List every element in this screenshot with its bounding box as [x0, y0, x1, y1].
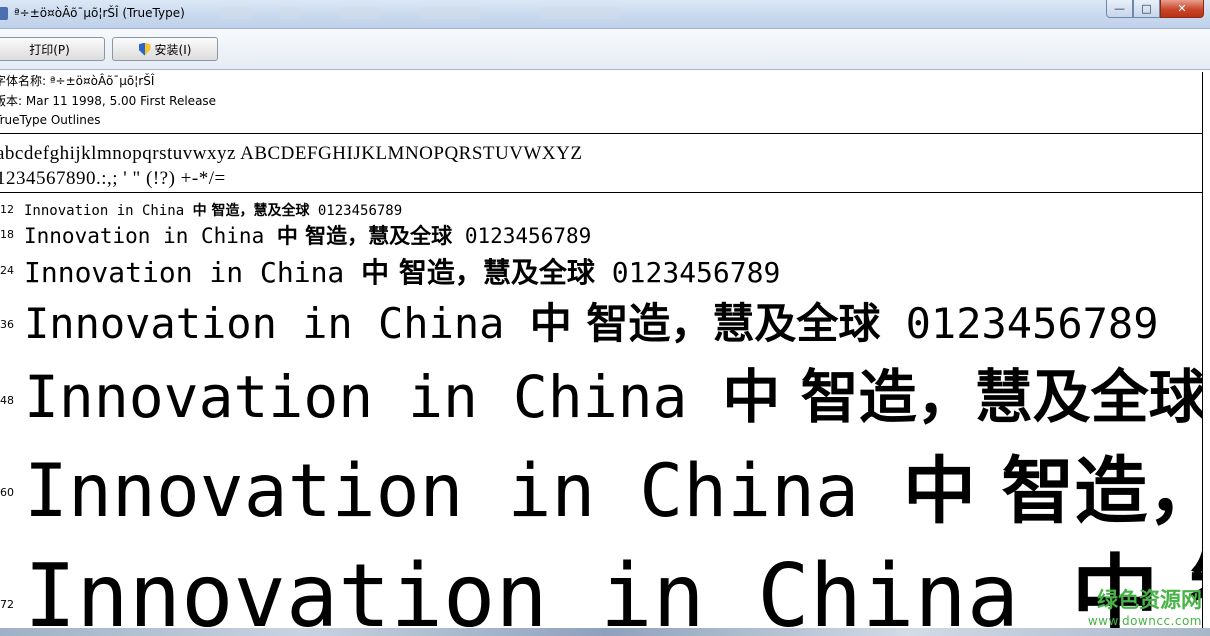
sample-digits: 0123456789: [594, 256, 781, 289]
sample-row-60: 60 Innovation in China 中 智造，慧及全球 0123456…: [0, 428, 1202, 526]
close-button[interactable]: ✕: [1160, 0, 1204, 18]
font-file-icon: [0, 7, 8, 20]
divider: [0, 192, 1203, 193]
sample-size-label: 48: [0, 394, 14, 407]
sample-row-72: 72 Innovation in China 中 智造，慧及全球 0123456…: [0, 526, 1202, 628]
charset-symbols: 1234567890.:,; ' " (!?) +-*/=: [0, 168, 226, 189]
sample-row-24: 24 Innovation in China 中 智造，慧及全球 0123456…: [0, 249, 1202, 289]
sample-latin: Innovation in China: [24, 203, 193, 219]
watermark-name: 绿色资源网: [1097, 588, 1202, 612]
uac-shield-icon: [139, 43, 151, 56]
taskbar-strip: [0, 628, 1210, 636]
sample-size-label: 36: [0, 318, 14, 331]
title-bar[interactable]: ª÷±ö¤òÂõ¯µõ¦rŠÎ (TrueType) — □ ✕: [0, 0, 1210, 29]
sample-cjk: 中 智造，慧及全球: [192, 203, 310, 219]
sample-text: Innovation in China 中 智造，慧及全球 0123456789: [24, 432, 1202, 526]
sample-digits: 0123456789: [452, 224, 592, 248]
sample-row-36: 36 Innovation in China 中 智造，慧及全球 0123456…: [0, 288, 1202, 346]
font-outline-type: TrueType Outlines: [0, 113, 101, 127]
toolbar: 打印(P) 安装(I): [0, 29, 1210, 70]
install-button[interactable]: 安装(I): [112, 37, 218, 61]
sample-size-label: 12: [0, 203, 14, 216]
background-window-ghost: [420, 7, 480, 19]
sample-latin: Innovation in China: [24, 299, 530, 346]
charset-letters: abcdefghijklmnopqrstuvwxyz ABCDEFGHIJKLM…: [0, 143, 583, 164]
background-window-ghost: [340, 7, 380, 19]
sample-text: Innovation in China 中 智造，慧及全球 0123456789: [24, 200, 402, 220]
sample-row-12: 12 Innovation in China 中 智造，慧及全球 0123456…: [0, 198, 1202, 220]
sample-latin: Innovation in China: [24, 545, 1072, 628]
sample-text: Innovation in China 中 智造，慧及全球 0123456789: [24, 350, 1202, 428]
sample-text: Innovation in China 中 智造，慧及全球 0123456789: [24, 251, 780, 289]
maximize-button[interactable]: □: [1133, 0, 1160, 18]
window-title: ª÷±ö¤òÂõ¯µõ¦rŠÎ (TrueType): [14, 6, 185, 20]
sample-row-18: 18 Innovation in China 中 智造，慧及全球 0123456…: [0, 218, 1202, 250]
sample-size-label: 60: [0, 486, 14, 499]
divider: [0, 133, 1203, 134]
sample-size-label: 72: [0, 598, 14, 611]
sample-latin: Innovation in China: [24, 363, 723, 428]
watermark-url: www.downcc.com: [1087, 614, 1202, 628]
sample-row-48: 48 Innovation in China 中 智造，慧及全球 0123456…: [0, 346, 1202, 428]
sample-cjk: 中 智造，慧及全球: [722, 363, 1202, 428]
window-controls: — □ ✕: [1106, 0, 1204, 20]
watermark: 绿色资源网 www.downcc.com: [1088, 584, 1202, 628]
sample-text: Innovation in China 中 智造，慧及全球 0123456789: [24, 220, 591, 250]
install-button-label: 安装(I): [154, 42, 192, 57]
sample-cjk: 中 智造，慧及全球: [903, 448, 1202, 526]
print-button[interactable]: 打印(P): [0, 37, 105, 61]
sample-cjk: 中 智造，慧及全球: [529, 299, 881, 346]
background-window-ghost: [280, 7, 300, 19]
background-window-ghost: [540, 7, 620, 19]
sample-cjk: 中 智造，慧及全球: [361, 256, 595, 289]
sample-latin: Innovation in China: [24, 256, 362, 289]
print-button-label: 打印(P): [29, 42, 70, 57]
sample-cjk: 中 智造，慧及全球: [276, 223, 453, 248]
font-version: 版本: Mar 11 1998, 5.00 First Release: [0, 94, 217, 108]
minimize-button[interactable]: —: [1106, 0, 1133, 18]
sample-size-label: 24: [0, 264, 14, 277]
sample-digits: 0123456789: [880, 299, 1159, 346]
sample-size-label: 18: [0, 228, 14, 241]
sample-latin: Innovation in China: [24, 224, 277, 248]
sample-text: Innovation in China 中 智造，慧及全球 0123456789: [24, 526, 1202, 628]
font-name: 字体名称: ª÷±ö¤òÂõ¯µõ¦rŠÎ: [0, 74, 155, 88]
window-right-edge: [1202, 72, 1203, 636]
sample-text: Innovation in China 中 智造，慧及全球 0123456789: [24, 290, 1159, 346]
sample-latin: Innovation in China: [24, 449, 903, 526]
sample-digits: 0123456789: [309, 203, 403, 219]
background-window-ghost: [220, 7, 250, 19]
